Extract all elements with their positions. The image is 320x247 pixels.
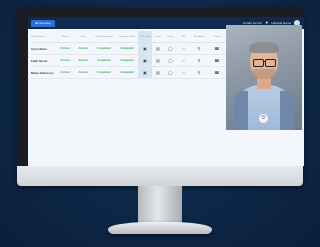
overview-button[interactable]: ◀ Overview — [31, 19, 55, 27]
column-header-labs: Labs — [177, 31, 190, 43]
column-header-intake: Intake — [74, 31, 92, 43]
chat-icon[interactable]: ▤ — [156, 46, 160, 51]
end-call-button[interactable]: ⏻ — [259, 114, 268, 123]
status-arrived: Arrived — [56, 54, 74, 67]
video-call-panel[interactable]: ⏻ — [226, 25, 302, 130]
status-intake: Arrived — [74, 66, 92, 79]
labs-icon[interactable]: ○ — [182, 70, 185, 75]
column-header-arrived: Arrived — [56, 31, 74, 43]
column-header-history: History — [164, 31, 177, 43]
history-icon[interactable]: ◯ — [168, 46, 173, 51]
history-icon[interactable]: ◯ — [168, 70, 173, 75]
status-intake: Arrived — [74, 42, 92, 55]
column-header-video: Video Call — [138, 31, 152, 43]
video-icon[interactable]: ▣ — [143, 46, 147, 51]
column-header-notes: Discharge Notes — [116, 31, 138, 43]
overview-label: Overview — [38, 20, 51, 25]
chat-icon[interactable]: ▤ — [156, 58, 160, 63]
patient-table: Patient Name Arrived Intake Vitals Asses… — [30, 31, 226, 79]
chat-icon[interactable]: ▤ — [156, 70, 160, 75]
table-row[interactable]: Marie Ockerson Arrived Arrived Completed… — [30, 66, 226, 79]
status-notes: Completed — [116, 54, 138, 67]
status-notes: Completed — [116, 42, 138, 55]
labs-icon[interactable]: ○ — [182, 58, 185, 63]
status-intake: Arrived — [74, 54, 92, 67]
table-header-row: Patient Name Arrived Intake Vitals Asses… — [30, 31, 226, 43]
column-header-name: Patient Name — [30, 31, 56, 43]
user-icon[interactable]: ⚲ — [197, 46, 200, 51]
video-icon[interactable]: ▣ — [143, 70, 147, 75]
monitor-stand — [138, 186, 182, 224]
user-icon[interactable]: ⚲ — [197, 70, 200, 75]
table-row[interactable]: Carol Stein Arrived Arrived Completed Co… — [30, 42, 226, 55]
monitor-base — [108, 222, 212, 234]
column-header-scheduled: Scheduled — [190, 31, 208, 43]
caller-hair — [249, 42, 279, 53]
table-row[interactable]: Faith Stone Arrived Arrived Completed Co… — [30, 54, 226, 67]
patient-name[interactable]: Faith Stone — [30, 54, 56, 67]
monitor-chin — [17, 166, 303, 186]
back-arrow-icon: ◀ — [35, 20, 38, 25]
patient-name[interactable]: Carol Stein — [30, 42, 56, 55]
glasses-icon — [265, 59, 276, 67]
caller-beard — [253, 69, 275, 79]
history-icon[interactable]: ◯ — [168, 58, 173, 63]
status-vitals: Completed — [92, 54, 116, 67]
phone-icon[interactable]: ☎ — [214, 58, 219, 63]
power-icon: ⏻ — [261, 115, 266, 121]
column-header-contact: Contact — [208, 31, 226, 43]
caller-jacket — [280, 91, 294, 130]
user-icon[interactable]: ⚲ — [197, 58, 200, 63]
caller-jacket — [234, 91, 248, 130]
app-screen: ◀ Overview Jordan Jan Dr. ● Hospital Nam… — [28, 17, 304, 166]
column-header-chat: Chat — [152, 31, 164, 43]
phone-icon[interactable]: ☎ — [214, 46, 219, 51]
video-icon[interactable]: ▣ — [143, 58, 147, 63]
column-header-vitals: Vitals Assessment — [92, 31, 116, 43]
status-vitals: Completed — [92, 42, 116, 55]
status-arrived: Arrived — [56, 66, 74, 79]
phone-icon[interactable]: ☎ — [214, 70, 219, 75]
patient-name[interactable]: Marie Ockerson — [30, 66, 56, 79]
status-arrived: Arrived — [56, 42, 74, 55]
status-vitals: Completed — [92, 66, 116, 79]
status-notes: Completed — [116, 66, 138, 79]
labs-icon[interactable]: ○ — [182, 46, 185, 51]
